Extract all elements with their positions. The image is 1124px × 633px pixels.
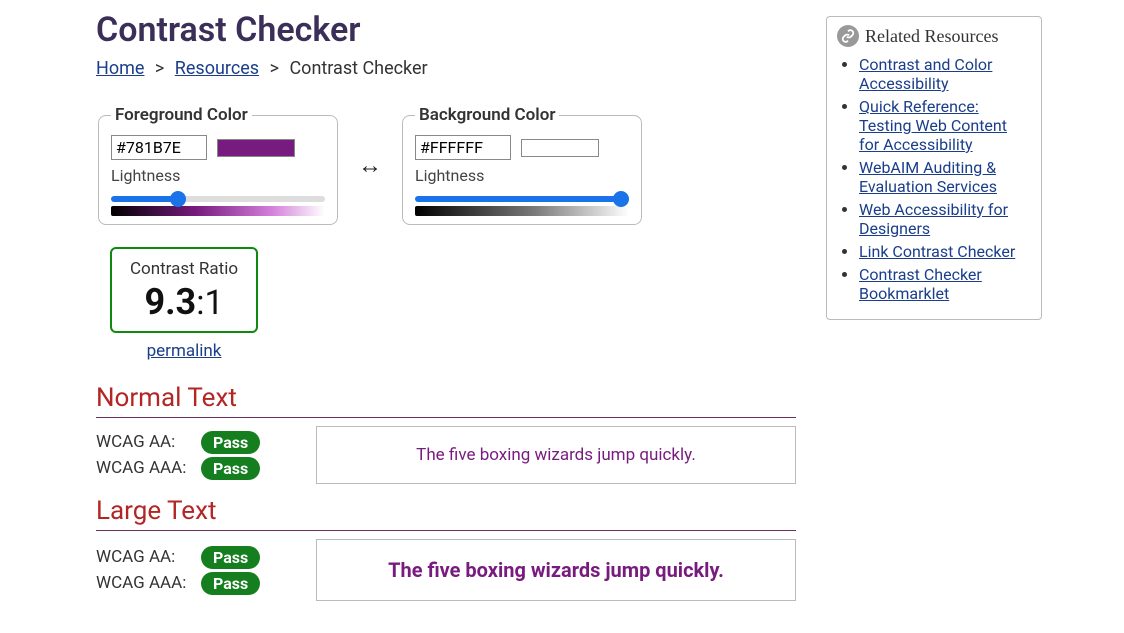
list-item: WebAIM Auditing & Evaluation Services [859,158,1031,196]
large-sample-text: The five boxing wizards jump quickly. [388,558,724,582]
sidebar-link[interactable]: WebAIM Auditing & Evaluation Services [859,158,997,196]
large-sample-box[interactable]: The five boxing wizards jump quickly. [316,539,796,601]
link-icon [837,25,859,47]
breadcrumb-sep: > [155,58,164,79]
sidebar-link[interactable]: Contrast Checker Bookmarklet [859,265,982,303]
breadcrumb-current: Contrast Checker [289,58,427,79]
breadcrumb-home[interactable]: Home [96,58,144,79]
normal-aaa-result: Pass [201,457,260,480]
normal-aa-label: WCAG AA: [96,432,191,452]
normal-sample-text: The five boxing wizards jump quickly. [416,445,696,465]
list-item: Quick Reference: Testing Web Content for… [859,97,1031,154]
list-item: Web Accessibility for Designers [859,200,1031,238]
background-lightness-label: Lightness [415,166,629,185]
large-aa-label: WCAG AA: [96,547,191,567]
sidebar-title: Related Resources [865,26,998,47]
background-swatch[interactable] [521,139,599,157]
normal-aaa-label: WCAG AAA: [96,458,191,478]
contrast-ratio-value: 9.3:1 [130,281,238,323]
background-lightness-slider[interactable] [415,196,629,202]
foreground-legend: Foreground Color [111,105,252,125]
background-hex-input[interactable] [415,135,511,160]
list-item: Link Contrast Checker [859,242,1031,261]
sidebar-link[interactable]: Web Accessibility for Designers [859,200,1008,238]
sidebar-link[interactable]: Quick Reference: Testing Web Content for… [859,97,1007,154]
breadcrumb-resources[interactable]: Resources [175,58,259,79]
page-title: Contrast Checker [96,10,796,50]
foreground-swatch[interactable] [217,139,295,157]
swap-colors-button[interactable]: ↔ [358,151,382,180]
foreground-lightness-slider[interactable] [111,196,325,202]
sidebar-link[interactable]: Contrast and Color Accessibility [859,55,992,93]
contrast-ratio-box: Contrast Ratio 9.3:1 [110,247,258,333]
normal-aa-result: Pass [201,431,260,454]
background-gradient-bar [415,206,629,216]
normal-text-heading: Normal Text [96,383,796,418]
list-item: Contrast and Color Accessibility [859,55,1031,93]
background-fieldset: Background Color Lightness [402,105,642,225]
foreground-gradient-bar [111,206,325,216]
large-text-heading: Large Text [96,496,796,531]
contrast-ratio-number: 9.3 [144,281,196,323]
breadcrumb-sep: > [270,58,279,79]
permalink-link[interactable]: permalink [147,341,222,361]
related-resources-sidebar: Related Resources Contrast and Color Acc… [826,16,1042,320]
large-aa-result: Pass [201,546,260,569]
foreground-hex-input[interactable] [111,135,207,160]
normal-sample-box[interactable]: The five boxing wizards jump quickly. [316,426,796,484]
foreground-lightness-label: Lightness [111,166,325,185]
sidebar-header: Related Resources [837,25,1031,47]
large-aaa-label: WCAG AAA: [96,573,191,593]
list-item: Contrast Checker Bookmarklet [859,265,1031,303]
sidebar-link[interactable]: Link Contrast Checker [859,242,1015,261]
contrast-ratio-suffix: :1 [196,283,223,323]
contrast-ratio-title: Contrast Ratio [130,259,238,279]
large-aaa-result: Pass [201,572,260,595]
background-legend: Background Color [415,105,559,125]
breadcrumb: Home > Resources > Contrast Checker [96,58,796,79]
foreground-fieldset: Foreground Color Lightness [98,105,338,225]
